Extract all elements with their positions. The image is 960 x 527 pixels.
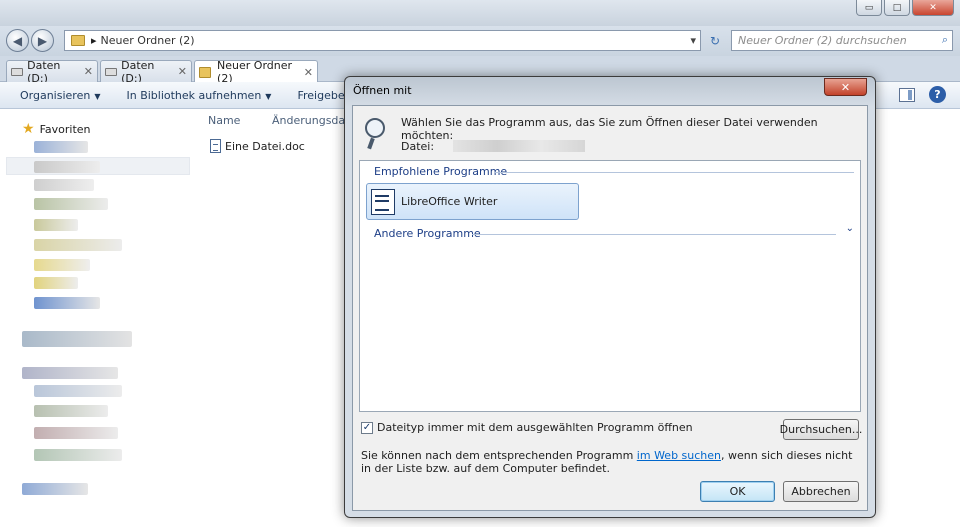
address-dropdown-icon[interactable]: ▾: [690, 34, 696, 47]
favorites-item[interactable]: ★ Favoriten: [22, 121, 91, 137]
obscured-nav-item[interactable]: [34, 259, 90, 271]
command-bar-right: ?: [899, 86, 946, 103]
path-separator-icon: ▸: [91, 34, 97, 47]
search-input[interactable]: Neuer Ordner (2) durchsuchen ⌕: [731, 30, 953, 51]
document-icon: [210, 139, 221, 153]
refresh-icon: ↻: [709, 33, 721, 48]
close-icon: ✕: [840, 80, 851, 94]
window-titlebar: ▭ □ ✕: [0, 0, 960, 26]
obscured-nav-item[interactable]: [22, 331, 132, 347]
library-label: In Bibliothek aufnehmen: [126, 88, 262, 102]
group-divider: [494, 172, 854, 173]
drive-icon: [11, 67, 24, 76]
other-programs-heading[interactable]: Andere Programme: [374, 227, 481, 240]
group-divider: [472, 234, 836, 235]
column-header-name[interactable]: Name: [208, 114, 240, 127]
always-use-label[interactable]: Dateityp immer mit dem ausgewählten Prog…: [377, 421, 693, 434]
recommended-programs-heading: Empfohlene Programme: [374, 165, 508, 178]
tab-daten-2[interactable]: Daten (D:) ✕: [100, 58, 192, 85]
tab-close-icon[interactable]: ✕: [178, 65, 187, 78]
maximize-button[interactable]: □: [884, 0, 910, 16]
obscured-nav-item[interactable]: [34, 161, 100, 173]
address-field[interactable]: ▸ Neuer Ordner (2) ▾: [64, 30, 701, 51]
obscured-nav-item[interactable]: [22, 483, 88, 495]
dialog-instruction: Wählen Sie das Programm aus, das Sie zum…: [401, 116, 818, 142]
always-use-checkbox[interactable]: ✓: [361, 421, 373, 434]
organize-menu[interactable]: Organisieren ▼: [20, 89, 100, 102]
program-list: Empfohlene Programme LibreOffice Writer …: [359, 160, 861, 412]
file-item[interactable]: Eine Datei.doc: [210, 139, 305, 153]
obscured-nav-item[interactable]: [34, 297, 100, 309]
obscured-nav-item[interactable]: [34, 385, 122, 397]
forward-arrow-icon: ▶: [37, 33, 48, 48]
obscured-nav-item[interactable]: [22, 367, 118, 379]
help-icon[interactable]: ?: [929, 86, 946, 103]
obscured-file-name: [453, 140, 585, 152]
dialog-body: Wählen Sie das Programm aus, das Sie zum…: [352, 105, 868, 511]
ok-button[interactable]: OK: [700, 481, 775, 502]
tab-label: Daten (D:): [121, 58, 155, 85]
file-name: Eine Datei.doc: [225, 139, 305, 153]
program-item-libreoffice-writer[interactable]: LibreOffice Writer: [366, 183, 579, 220]
libreoffice-writer-icon: [371, 188, 395, 215]
dropdown-arrow-icon: ▼: [265, 91, 272, 101]
obscured-nav-item[interactable]: [34, 277, 78, 289]
obscured-nav-item[interactable]: [34, 179, 94, 191]
browse-button[interactable]: Durchsuchen...: [780, 419, 862, 440]
folder-icon: [199, 66, 212, 78]
tab-close-icon[interactable]: ✕: [84, 65, 93, 78]
open-with-dialog: Öffnen mit ✕ Wählen Sie das Programm aus…: [344, 76, 876, 518]
navigation-pane: ★ Favoriten: [0, 109, 192, 527]
address-path: Neuer Ordner (2): [100, 34, 195, 47]
window-controls: ▭ □ ✕: [856, 0, 954, 16]
obscured-nav-item[interactable]: [34, 449, 122, 461]
dialog-close-button[interactable]: ✕: [824, 78, 867, 96]
drive-icon: [105, 67, 118, 76]
obscured-nav-item[interactable]: [34, 198, 108, 210]
expand-chevron-icon[interactable]: ⌄: [846, 223, 854, 234]
file-label: Datei:: [401, 140, 435, 153]
minimize-button[interactable]: ▭: [856, 0, 882, 16]
obscured-nav-item[interactable]: [34, 427, 118, 439]
forward-button[interactable]: ▶: [31, 29, 54, 52]
organize-label: Organisieren: [20, 88, 91, 102]
tab-close-icon[interactable]: ✕: [304, 66, 313, 79]
refresh-button[interactable]: ↻: [705, 30, 725, 51]
back-arrow-icon: ◀: [12, 33, 23, 48]
obscured-nav-item[interactable]: [34, 405, 108, 417]
web-search-hint: Sie können nach dem entsprechenden Progr…: [361, 449, 861, 475]
preview-pane-icon[interactable]: [899, 87, 915, 102]
search-icon[interactable]: ⌕: [942, 33, 948, 47]
hint-text-before: Sie können nach dem entsprechenden Progr…: [361, 449, 637, 462]
search-placeholder: Neuer Ordner (2) durchsuchen: [738, 34, 907, 47]
back-button[interactable]: ◀: [6, 29, 29, 52]
close-window-button[interactable]: ✕: [912, 0, 954, 16]
tab-daten-1[interactable]: Daten (D:) ✕: [6, 58, 98, 85]
favorites-label: Favoriten: [39, 122, 91, 136]
cancel-button[interactable]: Abbrechen: [783, 481, 859, 502]
program-label: LibreOffice Writer: [401, 195, 498, 208]
add-to-library-menu[interactable]: In Bibliothek aufnehmen ▼: [126, 89, 271, 102]
magnifier-icon: [363, 116, 389, 150]
tab-neuer-ordner[interactable]: Neuer Ordner (2) ✕: [194, 59, 318, 85]
address-bar-row: ◀ ▶ ▸ Neuer Ordner (2) ▾ ↻ Neuer Ordner …: [0, 26, 960, 56]
obscured-nav-item[interactable]: [34, 239, 122, 251]
web-search-link[interactable]: im Web suchen: [637, 449, 721, 462]
always-use-row: ✓ Dateityp immer mit dem ausgewählten Pr…: [361, 421, 693, 434]
dropdown-arrow-icon: ▼: [94, 91, 101, 101]
tab-label: Daten (D:): [27, 58, 61, 85]
dialog-title: Öffnen mit: [353, 84, 412, 97]
folder-icon: [71, 35, 85, 46]
obscured-nav-item[interactable]: [34, 141, 88, 153]
obscured-nav-item[interactable]: [34, 219, 78, 231]
star-icon: ★: [22, 121, 35, 137]
